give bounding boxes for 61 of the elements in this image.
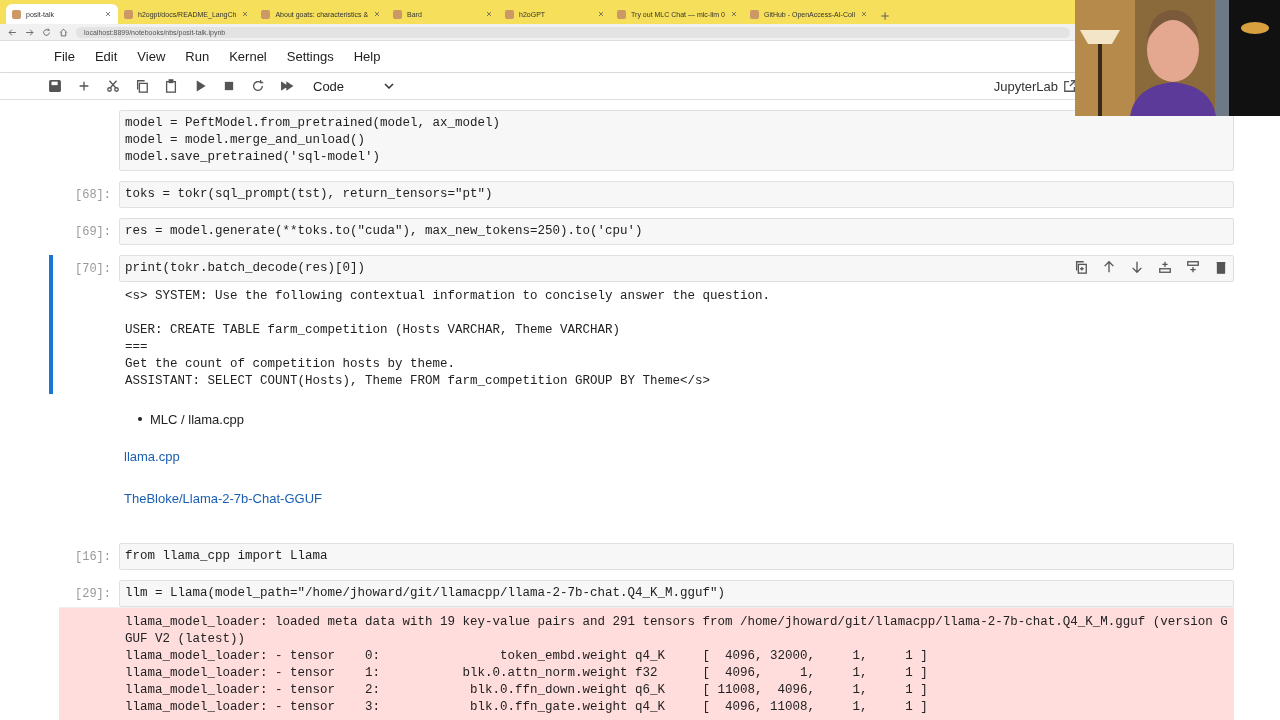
favicon-icon	[617, 9, 627, 19]
add-icon[interactable]	[77, 79, 91, 93]
cell-prompt: [68]:	[74, 187, 112, 204]
new-tab-icon[interactable]	[879, 11, 890, 21]
stop-icon[interactable]	[222, 79, 236, 93]
home-icon[interactable]	[59, 27, 68, 37]
insert-below-icon[interactable]	[1186, 260, 1200, 274]
close-icon[interactable]	[859, 10, 868, 18]
close-icon[interactable]	[485, 10, 494, 18]
cell-output: <s> SYSTEM: Use the following contextual information to concisely answer the question. USER: CREATE TABLE farm_competition (Hosts VARCHAR, Theme VARCHAR) === Get the count of competition hosts by theme. ASSISTANT: SELECT COUNT(Hosts), Theme FROM farm_competition GROUP BY Theme</s>	[124, 288, 772, 390]
app-link[interactable]: JupyterLab	[993, 78, 1077, 94]
duplicate-icon[interactable]	[1074, 260, 1088, 274]
cell-type-dropdown[interactable]: Code	[309, 76, 399, 96]
menu-item[interactable]: Help	[343, 49, 391, 64]
restart-icon[interactable]	[251, 79, 265, 93]
close-icon[interactable]	[104, 10, 112, 18]
code-input[interactable]: toks = tokr(sql_prompt(tst), return_tensors="pt")	[119, 181, 1234, 208]
link[interactable]: llama.cpp	[124, 449, 180, 464]
cut-icon[interactable]	[106, 79, 120, 93]
code-input[interactable]: llm = Llama(model_path="/home/jhoward/git/llamacpp/llama-2-7b-chat.Q4_K_M.gguf")	[119, 580, 1234, 607]
link[interactable]: TheBloke/Llama-2-7b-Chat-GGUF	[124, 491, 322, 506]
cell-prompt: [29]:	[74, 586, 112, 603]
external-link-icon[interactable]	[1063, 79, 1077, 93]
reload-icon[interactable]	[42, 27, 51, 37]
paste-icon[interactable]	[164, 79, 178, 93]
move-down-icon[interactable]	[1130, 260, 1144, 274]
menu-item[interactable]: File	[44, 49, 85, 64]
menu-item[interactable]: Settings	[276, 49, 344, 64]
close-icon[interactable]	[729, 10, 738, 18]
close-icon[interactable]	[373, 10, 382, 18]
favicon-icon	[12, 9, 21, 19]
cell-prompt: [16]:	[74, 549, 112, 566]
favicon-icon	[749, 9, 759, 19]
cell-prompt: [70]:	[74, 261, 112, 278]
move-up-icon[interactable]	[1102, 260, 1116, 274]
favicon-icon	[124, 9, 133, 19]
code-input[interactable]: model = PeftModel.from_pretrained(model, ax_model) model = model.merge_and_unload() model.save_pretrained('sql-model')	[119, 110, 1234, 171]
fast-forward-icon[interactable]	[280, 79, 294, 93]
favicon-icon	[261, 9, 271, 19]
code-input[interactable]: from llama_cpp import Llama	[119, 543, 1234, 570]
menu-item[interactable]: Edit	[84, 49, 128, 64]
insert-above-icon[interactable]	[1158, 260, 1172, 274]
menu-item[interactable]: Kernel	[219, 49, 277, 64]
delete-icon[interactable]	[1214, 260, 1228, 274]
copy-icon[interactable]	[135, 79, 149, 93]
code-input[interactable]: print(tokr.batch_decode(res)[0])	[119, 255, 1234, 282]
back-icon[interactable]	[8, 27, 17, 37]
menu-item[interactable]: Run	[175, 49, 220, 64]
cell-prompt: [69]:	[74, 224, 112, 241]
favicon-icon	[505, 9, 515, 19]
bullet-icon	[138, 417, 142, 421]
chevron-down-icon[interactable]	[384, 83, 395, 89]
menu-item[interactable]: View	[127, 49, 176, 64]
list-item: MLC / llama.cpp	[150, 412, 244, 427]
favicon-icon	[393, 9, 403, 19]
close-icon[interactable]	[241, 10, 250, 18]
save-icon[interactable]	[48, 79, 62, 93]
error-output: llama_model_loader: loaded meta data with 19 key-value pairs and 291 tensors from /home/jhoward/git/llamacpp/llama-2-7b-chat.Q4_K_M.gguf (version GGUF V2 (latest)) llama_model_loader: - tensor 0: token_embd.weight q4_K [ 4096, 32000, 1, 1 ] llama_model_loader: - tensor 1: blk.0.attn_norm.weight f32 [ 4096, 1, 1, 1 ] llama_model_loader: - tensor 2: blk.0.ffn_down.weight q6_K [ 11008, 4096, 1, 1 ] llama_model_loader: - tensor 3: blk.0.ffn_gate.weight q4_K [ 4096, 11008, 1, 1 ]	[59, 607, 1234, 720]
close-icon[interactable]	[597, 10, 606, 18]
code-input[interactable]: res = model.generate(**toks.to("cuda"), max_new_tokens=250).to('cpu')	[119, 218, 1234, 245]
forward-icon[interactable]	[25, 27, 34, 37]
